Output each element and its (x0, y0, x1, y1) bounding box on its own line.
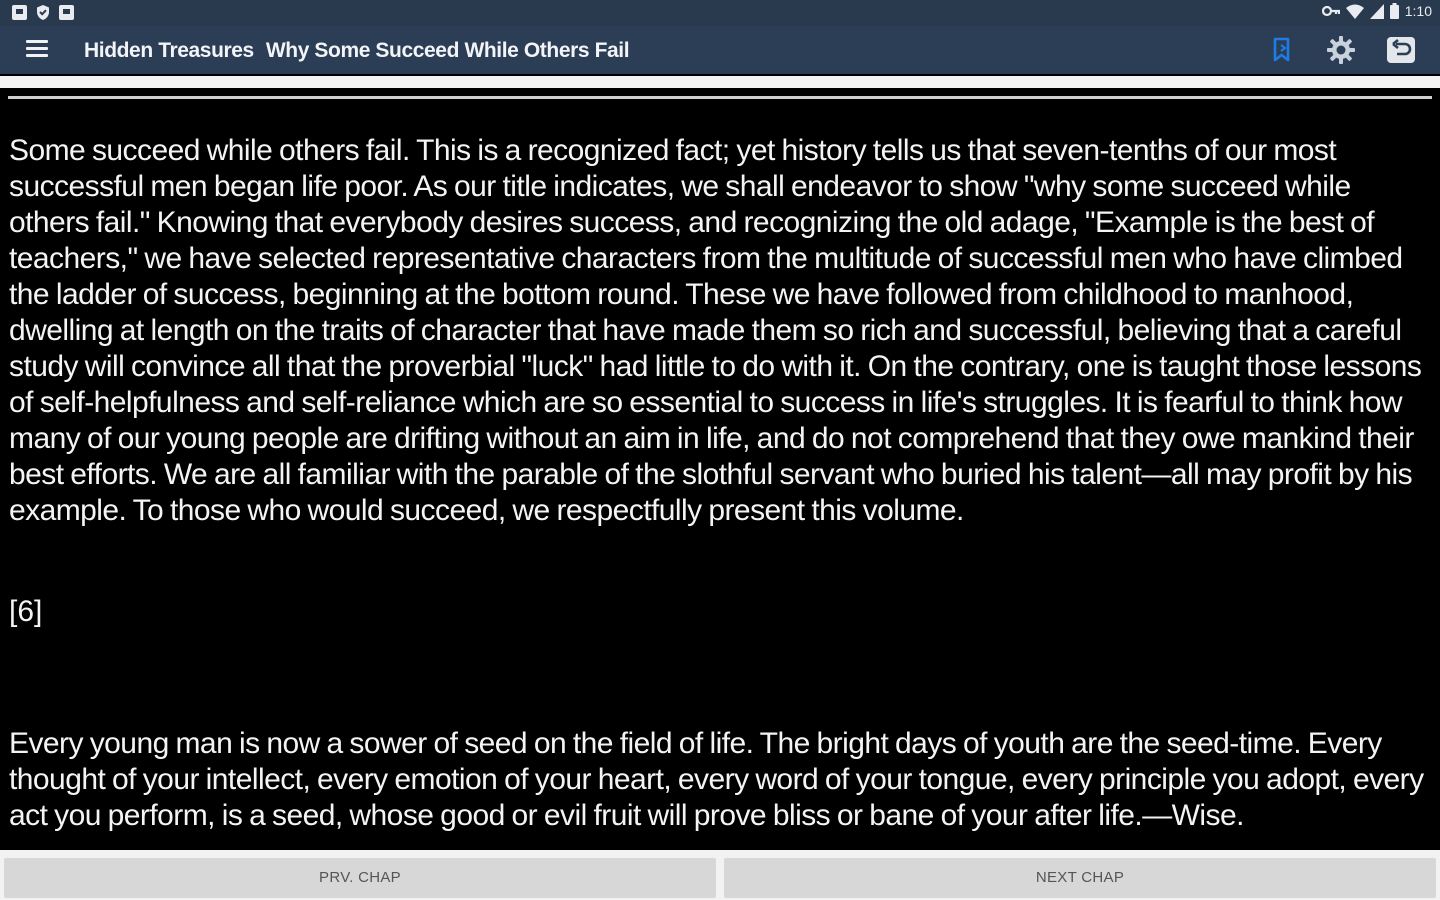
chapter-navigation: PRV. CHAP NEXT CHAP (0, 850, 1440, 900)
header-divider (0, 74, 1440, 94)
page-number: [6] (9, 595, 43, 628)
battery-icon (1389, 3, 1399, 19)
status-notifications (12, 4, 74, 21)
shield-icon (37, 5, 49, 20)
page-title: Hidden Treasures Why Some Succeed While O… (84, 39, 630, 63)
status-bar: 1:10 (0, 0, 1440, 26)
reader-content[interactable]: Some succeed while others fail. This is … (0, 100, 1440, 850)
app-bar: Hidden Treasures Why Some Succeed While O… (0, 26, 1440, 74)
book-title: Hidden Treasures (84, 39, 254, 62)
next-chapter-button[interactable]: NEXT CHAP (724, 858, 1436, 898)
signal-icon (1369, 3, 1384, 19)
notification-icon (12, 5, 27, 20)
back-icon[interactable] (1385, 34, 1417, 66)
previous-chapter-button[interactable]: PRV. CHAP (4, 858, 716, 898)
gear-icon[interactable] (1325, 34, 1357, 66)
status-time: 1:10 (1404, 3, 1432, 19)
chapter-title: Why Some Succeed While Others Fail (265, 39, 630, 62)
notification-icon (59, 5, 74, 20)
paragraph: Every young man is now a sower of seed o… (9, 727, 1424, 832)
content-rule (8, 96, 1432, 99)
status-system: 1:10 (1321, 3, 1432, 19)
menu-icon[interactable] (26, 40, 50, 60)
paragraph: Some succeed while others fail. This is … (9, 134, 1422, 527)
wifi-icon (1345, 4, 1364, 19)
vpn-key-icon (1321, 5, 1340, 17)
bookmark-icon[interactable] (1266, 34, 1298, 66)
